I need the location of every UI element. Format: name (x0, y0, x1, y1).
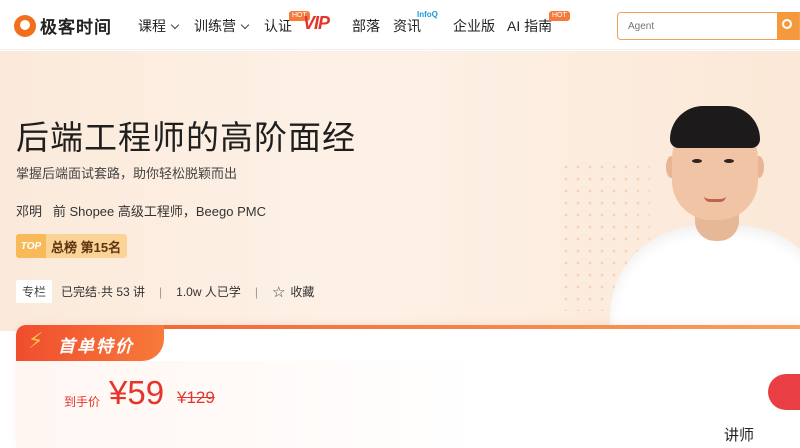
lesson-status: 已完结·共 53 讲 (61, 285, 146, 299)
search-input[interactable] (618, 13, 778, 39)
column-tag: 专栏 (16, 280, 53, 303)
price-prefix: 到手价 (64, 395, 101, 409)
course-subtitle: 掌握后端面试套路，助你轻松脱颖而出 (16, 166, 238, 181)
search-button[interactable] (777, 12, 799, 40)
author-info: 邓明 前 Shopee 高级工程师，Beego PMC (16, 204, 266, 219)
top-rank-icon: TOP (16, 234, 46, 258)
hot-badge: HOT (549, 11, 570, 21)
nav-training-camp[interactable]: 训练营 (194, 16, 250, 36)
nav-ai-guide[interactable]: AI 指南 (507, 16, 552, 36)
instructor-photo (600, 51, 800, 331)
nav-news[interactable]: 资讯 (393, 16, 421, 36)
chevron-down-icon (170, 20, 180, 29)
buy-button[interactable] (768, 374, 800, 410)
infoq-badge: InfoQ (417, 10, 438, 19)
divider: | (254, 284, 258, 299)
search-icon (782, 19, 792, 29)
logo[interactable]: 极客时间 (14, 13, 112, 38)
divider: | (159, 284, 163, 299)
original-price: ¥129 (177, 388, 215, 407)
first-order-promo: ⚡ 首单特价 (16, 325, 164, 361)
lightning-icon: ⚡ (28, 328, 44, 353)
rank-text: 总榜 第15名 (51, 239, 122, 255)
top-nav: 极客时间 课程 训练营 认证 HOT VIP 部落 资讯 InfoQ 企业版 A… (0, 0, 800, 50)
nav-certification[interactable]: 认证 (264, 16, 292, 36)
promo-label: 首单特价 (58, 337, 134, 356)
learner-count: 1.0w 人已学 (176, 285, 241, 299)
favorite-button[interactable]: 收藏 (290, 283, 314, 300)
lecturer-heading: 讲师 (724, 427, 755, 444)
nav-tribe[interactable]: 部落 (352, 16, 380, 36)
course-title: 后端工程师的高阶面经 (16, 119, 356, 156)
search-box (617, 12, 800, 40)
nav-enterprise[interactable]: 企业版 (453, 16, 495, 36)
star-icon[interactable]: ☆ (272, 283, 285, 301)
current-price: ¥59 (109, 374, 165, 411)
logo-icon (14, 14, 36, 37)
price-card: ⚡ 首单特价 到手价 ¥59 ¥129 (16, 325, 800, 448)
nav-courses[interactable]: 课程 (138, 16, 180, 36)
chevron-down-icon (240, 20, 250, 29)
rank-badge[interactable]: TOP 总榜 第15名 (16, 234, 128, 258)
vip-logo[interactable]: VIP (303, 13, 330, 34)
logo-text: 极客时间 (40, 18, 112, 37)
course-meta: 专栏 已完结·共 53 讲 | 1.0w 人已学 | ☆ 收藏 (16, 280, 314, 303)
